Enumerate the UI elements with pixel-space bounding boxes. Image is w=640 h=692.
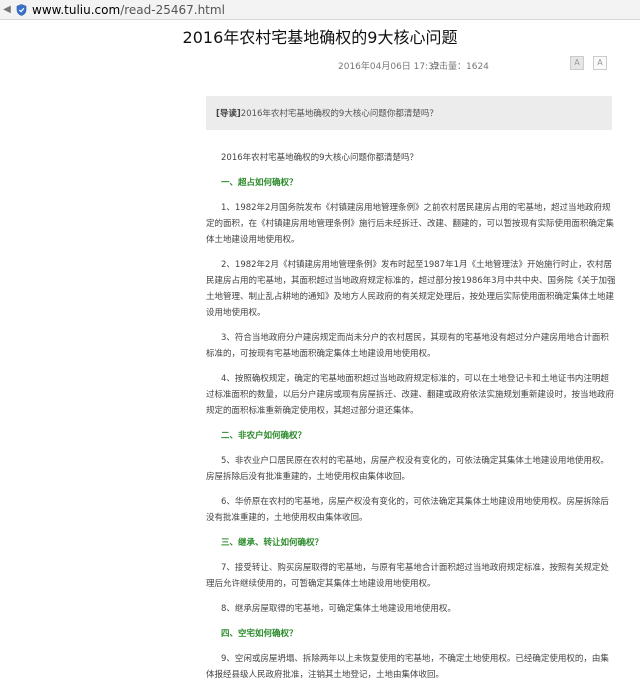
section-heading: 三、继承、转让如何确权？ — [221, 538, 324, 548]
paragraph: 2、1982年2月《村镇建房用地管理条例》发布时起至1987年1月《土地管理法》… — [206, 260, 616, 318]
url-path: /read-25467.html — [120, 2, 225, 17]
lead-prefix: [导读] — [216, 109, 241, 119]
lead-text: 2016年农村宅基地确权的9大核心问题你都清楚吗？ — [240, 109, 438, 119]
intro-paragraph: 2016年农村宅基地确权的9大核心问题你都清楚吗？ — [221, 153, 419, 163]
paragraph: 6、华侨原在农村的宅基地，房屋产权没有变化的，可依法确定其集体土地建设用地使用权… — [206, 497, 609, 523]
font-size-large-button[interactable]: A — [570, 56, 584, 70]
paragraph: 3、符合当地政府分户建房规定而尚未分户的农村居民，其现有的宅基地没有超过分户建房… — [206, 333, 609, 359]
article-body: 2016年农村宅基地确权的9大核心问题你都清楚吗？ 一、超占如何确权？ 1、19… — [206, 150, 616, 692]
view-count: 点击量：1624 — [430, 62, 489, 72]
url-host: www.tuliu.com — [32, 2, 121, 17]
paragraph: 7、接受转让、购买房屋取得的宅基地，与原有宅基地合计面积超过当地政府规定标准，按… — [206, 563, 609, 589]
article-lead: [导读] 2016年农村宅基地确权的9大核心问题你都清楚吗？ — [206, 96, 612, 130]
publish-date: 2016年04月06日 17:32 — [338, 62, 440, 72]
font-size-small-button[interactable]: A — [593, 56, 607, 70]
paragraph: 9、空闲或房屋坍塌、拆除两年以上未恢复使用的宅基地，不确定土地使用权。已经确定使… — [206, 654, 609, 680]
paragraph: 8、继承房屋取得的宅基地，可确定集体土地建设用地使用权。 — [221, 604, 456, 614]
chevron-left-icon[interactable]: ◀ — [0, 0, 14, 20]
section-heading: 四、空宅如何确权？ — [221, 629, 298, 639]
paragraph: 1、1982年2月国务院发布《村镇建房用地管理条例》之前农村居民建房占用的宅基地… — [206, 203, 615, 245]
section-heading: 二、非农户如何确权？ — [221, 431, 307, 441]
browser-address-bar[interactable]: ◀ www.tuliu.com/read-25467.html — [0, 0, 640, 20]
section-heading: 一、超占如何确权？ — [221, 178, 298, 188]
url-text[interactable]: www.tuliu.com/read-25467.html — [32, 3, 225, 17]
article-title: 2016年农村宅基地确权的9大核心问题 — [182, 28, 458, 47]
shield-icon[interactable] — [14, 0, 28, 20]
paragraph: 4、按照确权规定，确定的宅基地面积超过当地政府规定标准的，可以在土地登记卡和土地… — [206, 374, 615, 416]
paragraph: 5、非农业户口居民原在农村的宅基地，房屋产权没有变化的，可依法确定其集体土地建设… — [206, 456, 609, 482]
